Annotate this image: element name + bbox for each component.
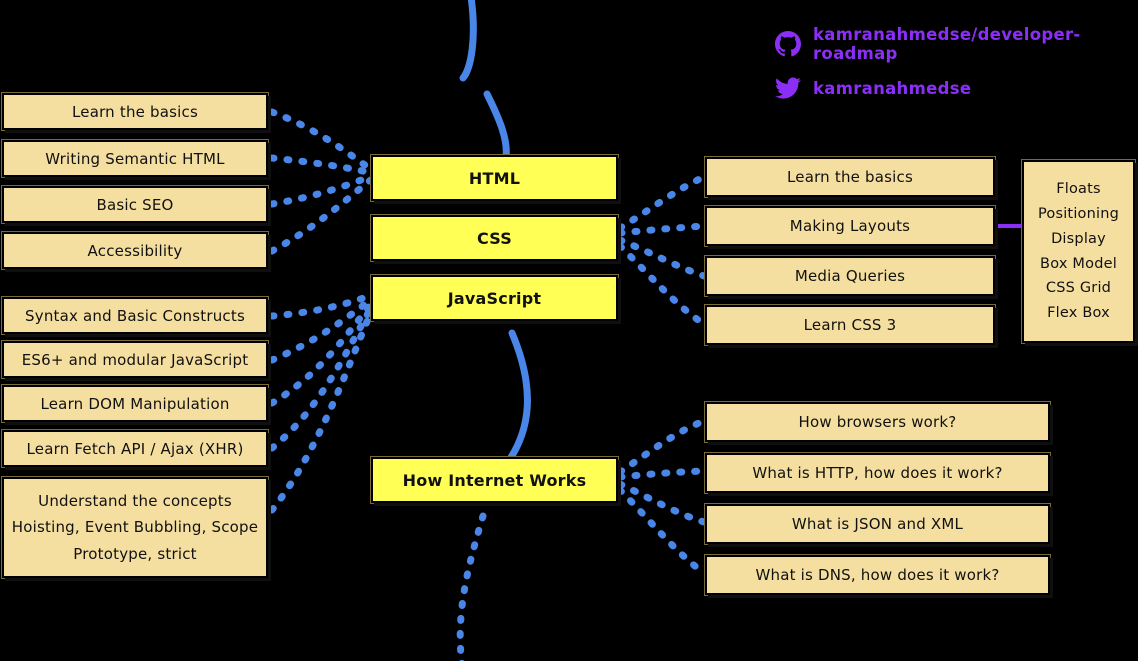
css-layout-item: Positioning [1037, 205, 1120, 222]
dotted-connectors-css [616, 173, 708, 328]
javascript-topic-box[interactable]: ES6+ and modular JavaScript [2, 341, 268, 378]
javascript-topic-label: Syntax and Basic Constructs [25, 306, 245, 325]
javascript-topic-box[interactable]: Syntax and Basic Constructs [2, 297, 268, 334]
twitter-handle: kamranahmedse [813, 78, 972, 98]
github-link[interactable]: kamranahmedse/developer-roadmap [775, 25, 1138, 63]
javascript-topic-label: Learn Fetch API / Ajax (XHR) [26, 439, 244, 458]
html-topic-label: Accessibility [87, 241, 183, 260]
javascript-topic-label: ES6+ and modular JavaScript [21, 350, 249, 369]
central-node-html[interactable]: HTML [371, 155, 618, 201]
html-topic-label: Writing Semantic HTML [45, 149, 225, 168]
css-layout-item: Box Model [1040, 255, 1117, 272]
css-layout-list[interactable]: Floats Positioning Display Box Model CSS… [1022, 160, 1135, 343]
central-node-javascript[interactable]: JavaScript [371, 275, 618, 321]
html-topic-box[interactable]: Writing Semantic HTML [2, 140, 268, 177]
javascript-topic-label: Learn DOM Manipulation [40, 394, 230, 413]
javascript-concepts-box[interactable]: Understand the concepts Hoisting, Event … [2, 477, 268, 578]
dotted-tail [456, 512, 487, 661]
internet-topic-box[interactable]: What is JSON and XML [705, 504, 1050, 544]
internet-topic-box[interactable]: What is HTTP, how does it work? [705, 453, 1050, 493]
central-node-label: CSS [477, 228, 512, 248]
internet-topic-label: What is DNS, how does it work? [755, 566, 1000, 584]
concepts-line: Hoisting, Event Bubbling, Scope [11, 518, 259, 537]
concepts-line: Understand the concepts [38, 492, 232, 511]
css-topic-box[interactable]: Learn the basics [705, 157, 995, 197]
css-layout-item: CSS Grid [1045, 280, 1112, 297]
central-node-label: HTML [468, 168, 521, 188]
css-topic-box[interactable]: Learn CSS 3 [705, 305, 995, 345]
twitter-icon [775, 75, 801, 101]
internet-topic-label: What is JSON and XML [791, 515, 964, 533]
central-node-css[interactable]: CSS [371, 215, 618, 261]
css-topic-box[interactable]: Media Queries [705, 256, 995, 296]
html-topic-box[interactable]: Learn the basics [2, 93, 268, 130]
internet-topic-box[interactable]: What is DNS, how does it work? [705, 555, 1050, 595]
css-topic-label: Media Queries [794, 267, 906, 285]
css-topic-label: Making Layouts [789, 217, 911, 235]
roadmap-canvas: kamranahmedse/developer-roadmap kamranah… [0, 0, 1138, 661]
html-topic-label: Learn the basics [71, 102, 199, 121]
javascript-topic-box[interactable]: Learn DOM Manipulation [2, 385, 268, 422]
dotted-connectors-html [268, 108, 376, 255]
central-node-label: How Internet Works [402, 470, 587, 490]
twitter-link[interactable]: kamranahmedse [775, 75, 971, 101]
central-node-how-internet-works[interactable]: How Internet Works [371, 457, 618, 503]
css-topic-label: Learn CSS 3 [803, 316, 897, 334]
css-topic-box[interactable]: Making Layouts [705, 206, 995, 246]
internet-topic-label: How browsers work? [798, 413, 957, 431]
html-topic-box[interactable]: Basic SEO [2, 186, 268, 223]
concepts-line: Prototype, strict [73, 544, 197, 563]
css-layout-item: Display [1051, 230, 1106, 247]
github-icon [775, 31, 801, 57]
css-layout-item: Floats [1056, 180, 1101, 197]
central-node-label: JavaScript [447, 288, 542, 308]
html-topic-box[interactable]: Accessibility [2, 232, 268, 269]
css-topic-label: Learn the basics [786, 168, 914, 186]
internet-topic-label: What is HTTP, how does it work? [752, 464, 1003, 482]
css-layout-item: Flex Box [1047, 305, 1110, 322]
javascript-topic-box[interactable]: Learn Fetch API / Ajax (XHR) [2, 430, 268, 467]
dotted-connectors-internet [616, 417, 708, 577]
github-handle: kamranahmedse/developer-roadmap [813, 25, 1081, 63]
html-topic-label: Basic SEO [96, 195, 174, 214]
dotted-connectors-javascript [268, 291, 376, 514]
internet-topic-box[interactable]: How browsers work? [705, 402, 1050, 442]
